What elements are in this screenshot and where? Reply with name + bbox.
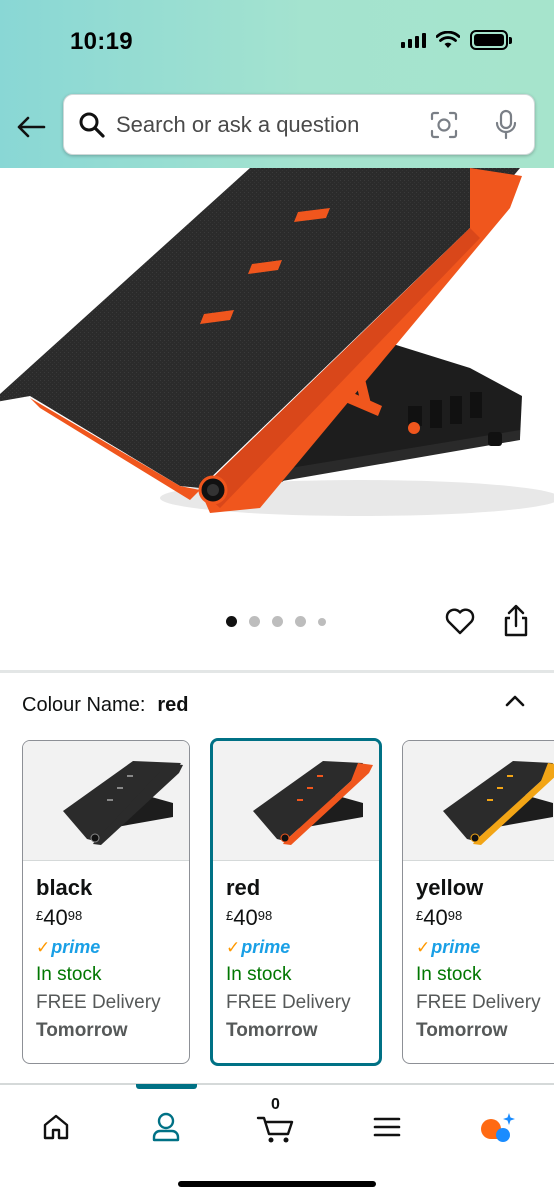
price-whole: 40 — [43, 905, 68, 930]
price-currency: £ — [36, 908, 44, 923]
stock-status: In stock — [226, 964, 292, 985]
price-whole: 40 — [423, 905, 448, 930]
home-icon — [43, 1114, 69, 1140]
battery-icon — [470, 30, 512, 50]
carousel-dot[interactable] — [318, 617, 326, 626]
price-whole: 40 — [233, 905, 258, 930]
variant-card-black[interactable]: black £40 98 ✓ prime In stock FREE Deliver… — [22, 740, 190, 1064]
app-header: 10:19 — [0, 0, 554, 168]
colour-value: red — [157, 694, 189, 716]
prime-label: prime — [431, 937, 481, 957]
menu-icon — [373, 1117, 401, 1137]
product-image[interactable] — [0, 168, 554, 598]
rufus-ai-icon — [481, 1113, 515, 1142]
nav-rufus[interactable] — [472, 1102, 522, 1152]
price-fraction: 98 — [447, 908, 463, 923]
prime-badge: ✓ prime — [36, 937, 189, 958]
cellular-signal-icon — [401, 32, 426, 48]
variant-card-red[interactable]: red £40 98 ✓ prime In stock FREE Delivery … — [210, 738, 382, 1066]
foot-stretcher-image — [0, 168, 554, 516]
delivery-day: Tomorrow — [36, 1020, 128, 1041]
section-divider — [0, 670, 554, 673]
prime-label: prime — [51, 937, 101, 957]
search-icon — [79, 112, 105, 138]
prime-label: prime — [241, 937, 291, 957]
variant-thumbnail — [403, 741, 554, 861]
price-fraction: 98 — [67, 908, 83, 923]
variant-card-yellow[interactable]: yellow £40 98 ✓ prime In stock FREE Delive… — [402, 740, 554, 1064]
status-time: 10:19 — [70, 28, 133, 55]
prime-badge: ✓ prime — [416, 937, 554, 958]
colour-variant-list: black £40 98 ✓ prime In stock FREE Deliver… — [0, 738, 554, 1070]
prime-check-icon: ✓ — [226, 937, 241, 957]
stock-status: In stock — [36, 964, 102, 985]
wifi-icon — [436, 31, 460, 48]
variant-price: £40 98 — [416, 905, 554, 931]
search-input[interactable] — [116, 95, 406, 154]
nav-account[interactable] — [141, 1102, 191, 1152]
carousel-dot[interactable] — [226, 616, 237, 627]
variant-price: £40 98 — [226, 905, 379, 931]
carousel-dot[interactable] — [249, 616, 260, 627]
price-currency: £ — [226, 908, 234, 923]
nav-divider — [0, 1083, 554, 1085]
delivery-day: Tomorrow — [416, 1020, 508, 1041]
delivery-label: FREE Delivery — [36, 992, 161, 1013]
share-icon[interactable] — [502, 604, 530, 638]
colour-label: Colour Name: — [22, 694, 146, 716]
carousel-dots[interactable] — [226, 616, 326, 627]
delivery-label: FREE Delivery — [416, 992, 541, 1013]
variant-name: red — [226, 875, 261, 900]
cart-count: 0 — [271, 1096, 280, 1113]
variant-name: black — [36, 875, 93, 900]
chevron-up-icon[interactable] — [502, 688, 528, 714]
prime-check-icon: ✓ — [36, 937, 51, 957]
variant-thumbnail — [23, 741, 189, 861]
stock-status: In stock — [416, 964, 482, 985]
variant-name: yellow — [416, 875, 484, 900]
variant-price: £40 98 — [36, 905, 189, 931]
nav-home[interactable] — [31, 1102, 81, 1152]
camera-scan-icon[interactable] — [430, 111, 458, 139]
search-bar[interactable] — [63, 94, 535, 155]
prime-badge: ✓ prime — [226, 937, 379, 958]
cart-icon — [256, 1116, 294, 1143]
carousel-dot[interactable] — [295, 616, 306, 627]
microphone-icon[interactable] — [494, 109, 518, 141]
nav-cart[interactable]: 0 — [251, 1096, 301, 1152]
nav-menu[interactable] — [362, 1102, 412, 1152]
price-fraction: 98 — [257, 908, 273, 923]
home-indicator — [178, 1181, 376, 1187]
status-icons — [401, 30, 512, 50]
carousel-dot[interactable] — [272, 616, 283, 627]
person-icon — [152, 1112, 180, 1142]
heart-icon[interactable] — [444, 606, 476, 636]
delivery-label: FREE Delivery — [226, 992, 351, 1013]
colour-name-row: Colour Name: red — [22, 694, 189, 717]
delivery-day: Tomorrow — [226, 1020, 318, 1041]
prime-check-icon: ✓ — [416, 937, 431, 957]
back-button[interactable] — [12, 108, 50, 146]
price-currency: £ — [416, 908, 424, 923]
variant-thumbnail — [213, 741, 379, 861]
arrow-left-icon — [17, 116, 46, 138]
